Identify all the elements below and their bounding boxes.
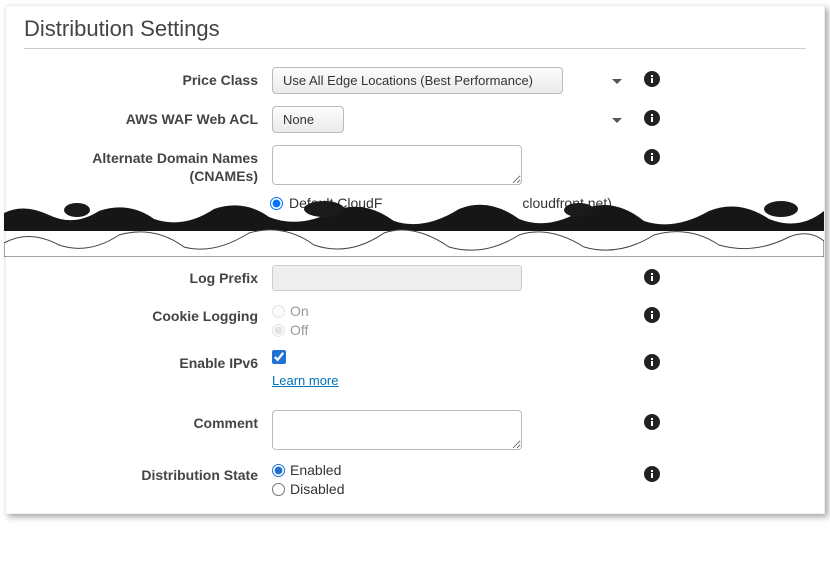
page-title: Distribution Settings — [6, 6, 824, 48]
ripped-separator: Default CloudF cloudfront.net) — [4, 195, 826, 255]
state-disabled-radio[interactable] — [272, 483, 285, 496]
log-prefix-input — [272, 265, 522, 291]
info-icon[interactable] — [632, 410, 672, 430]
label-cnames: Alternate Domain Names (CNAMEs) — [24, 145, 272, 185]
state-disabled-option[interactable]: Disabled — [272, 481, 632, 497]
comment-textarea[interactable] — [272, 410, 522, 450]
label-log-prefix: Log Prefix — [24, 265, 272, 287]
cookie-off-option: Off — [272, 322, 632, 338]
label-ipv6: Enable IPv6 — [24, 350, 272, 372]
price-class-select[interactable]: Use All Edge Locations (Best Performance… — [272, 67, 563, 94]
info-icon[interactable] — [632, 350, 672, 370]
info-icon[interactable] — [632, 106, 672, 126]
state-enabled-radio[interactable] — [272, 464, 285, 477]
row-comment: Comment — [6, 404, 824, 456]
waf-select[interactable]: None — [272, 106, 344, 133]
row-price-class: Price Class Use All Edge Locations (Best… — [6, 61, 824, 100]
cookie-off-radio — [272, 324, 285, 337]
label-state: Distribution State — [24, 462, 272, 484]
info-icon[interactable] — [632, 145, 672, 165]
learn-more-link[interactable]: Learn more — [272, 373, 632, 388]
cnames-textarea[interactable] — [272, 145, 522, 185]
row-cnames: Alternate Domain Names (CNAMEs) — [6, 139, 824, 191]
cookie-on-radio — [272, 305, 285, 318]
state-enabled-option[interactable]: Enabled — [272, 462, 632, 478]
row-log-prefix: Log Prefix — [6, 259, 824, 297]
row-cookie-logging: Cookie Logging On Off — [6, 297, 824, 344]
label-waf: AWS WAF Web ACL — [24, 106, 272, 128]
label-price-class: Price Class — [24, 67, 272, 89]
info-icon[interactable] — [632, 462, 672, 482]
divider — [24, 48, 806, 49]
ipv6-checkbox[interactable] — [272, 350, 286, 364]
distribution-settings-panel: Distribution Settings Price Class Use Al… — [5, 5, 825, 514]
row-ipv6: Enable IPv6 Learn more — [6, 344, 824, 404]
row-waf: AWS WAF Web ACL None — [6, 100, 824, 139]
label-comment: Comment — [24, 410, 272, 432]
row-state: Distribution State Enabled Disabled — [6, 456, 824, 503]
info-icon[interactable] — [632, 303, 672, 323]
label-cookie-logging: Cookie Logging — [24, 303, 272, 325]
info-icon[interactable] — [632, 265, 672, 285]
cookie-on-option: On — [272, 303, 632, 319]
info-icon[interactable] — [632, 67, 672, 87]
